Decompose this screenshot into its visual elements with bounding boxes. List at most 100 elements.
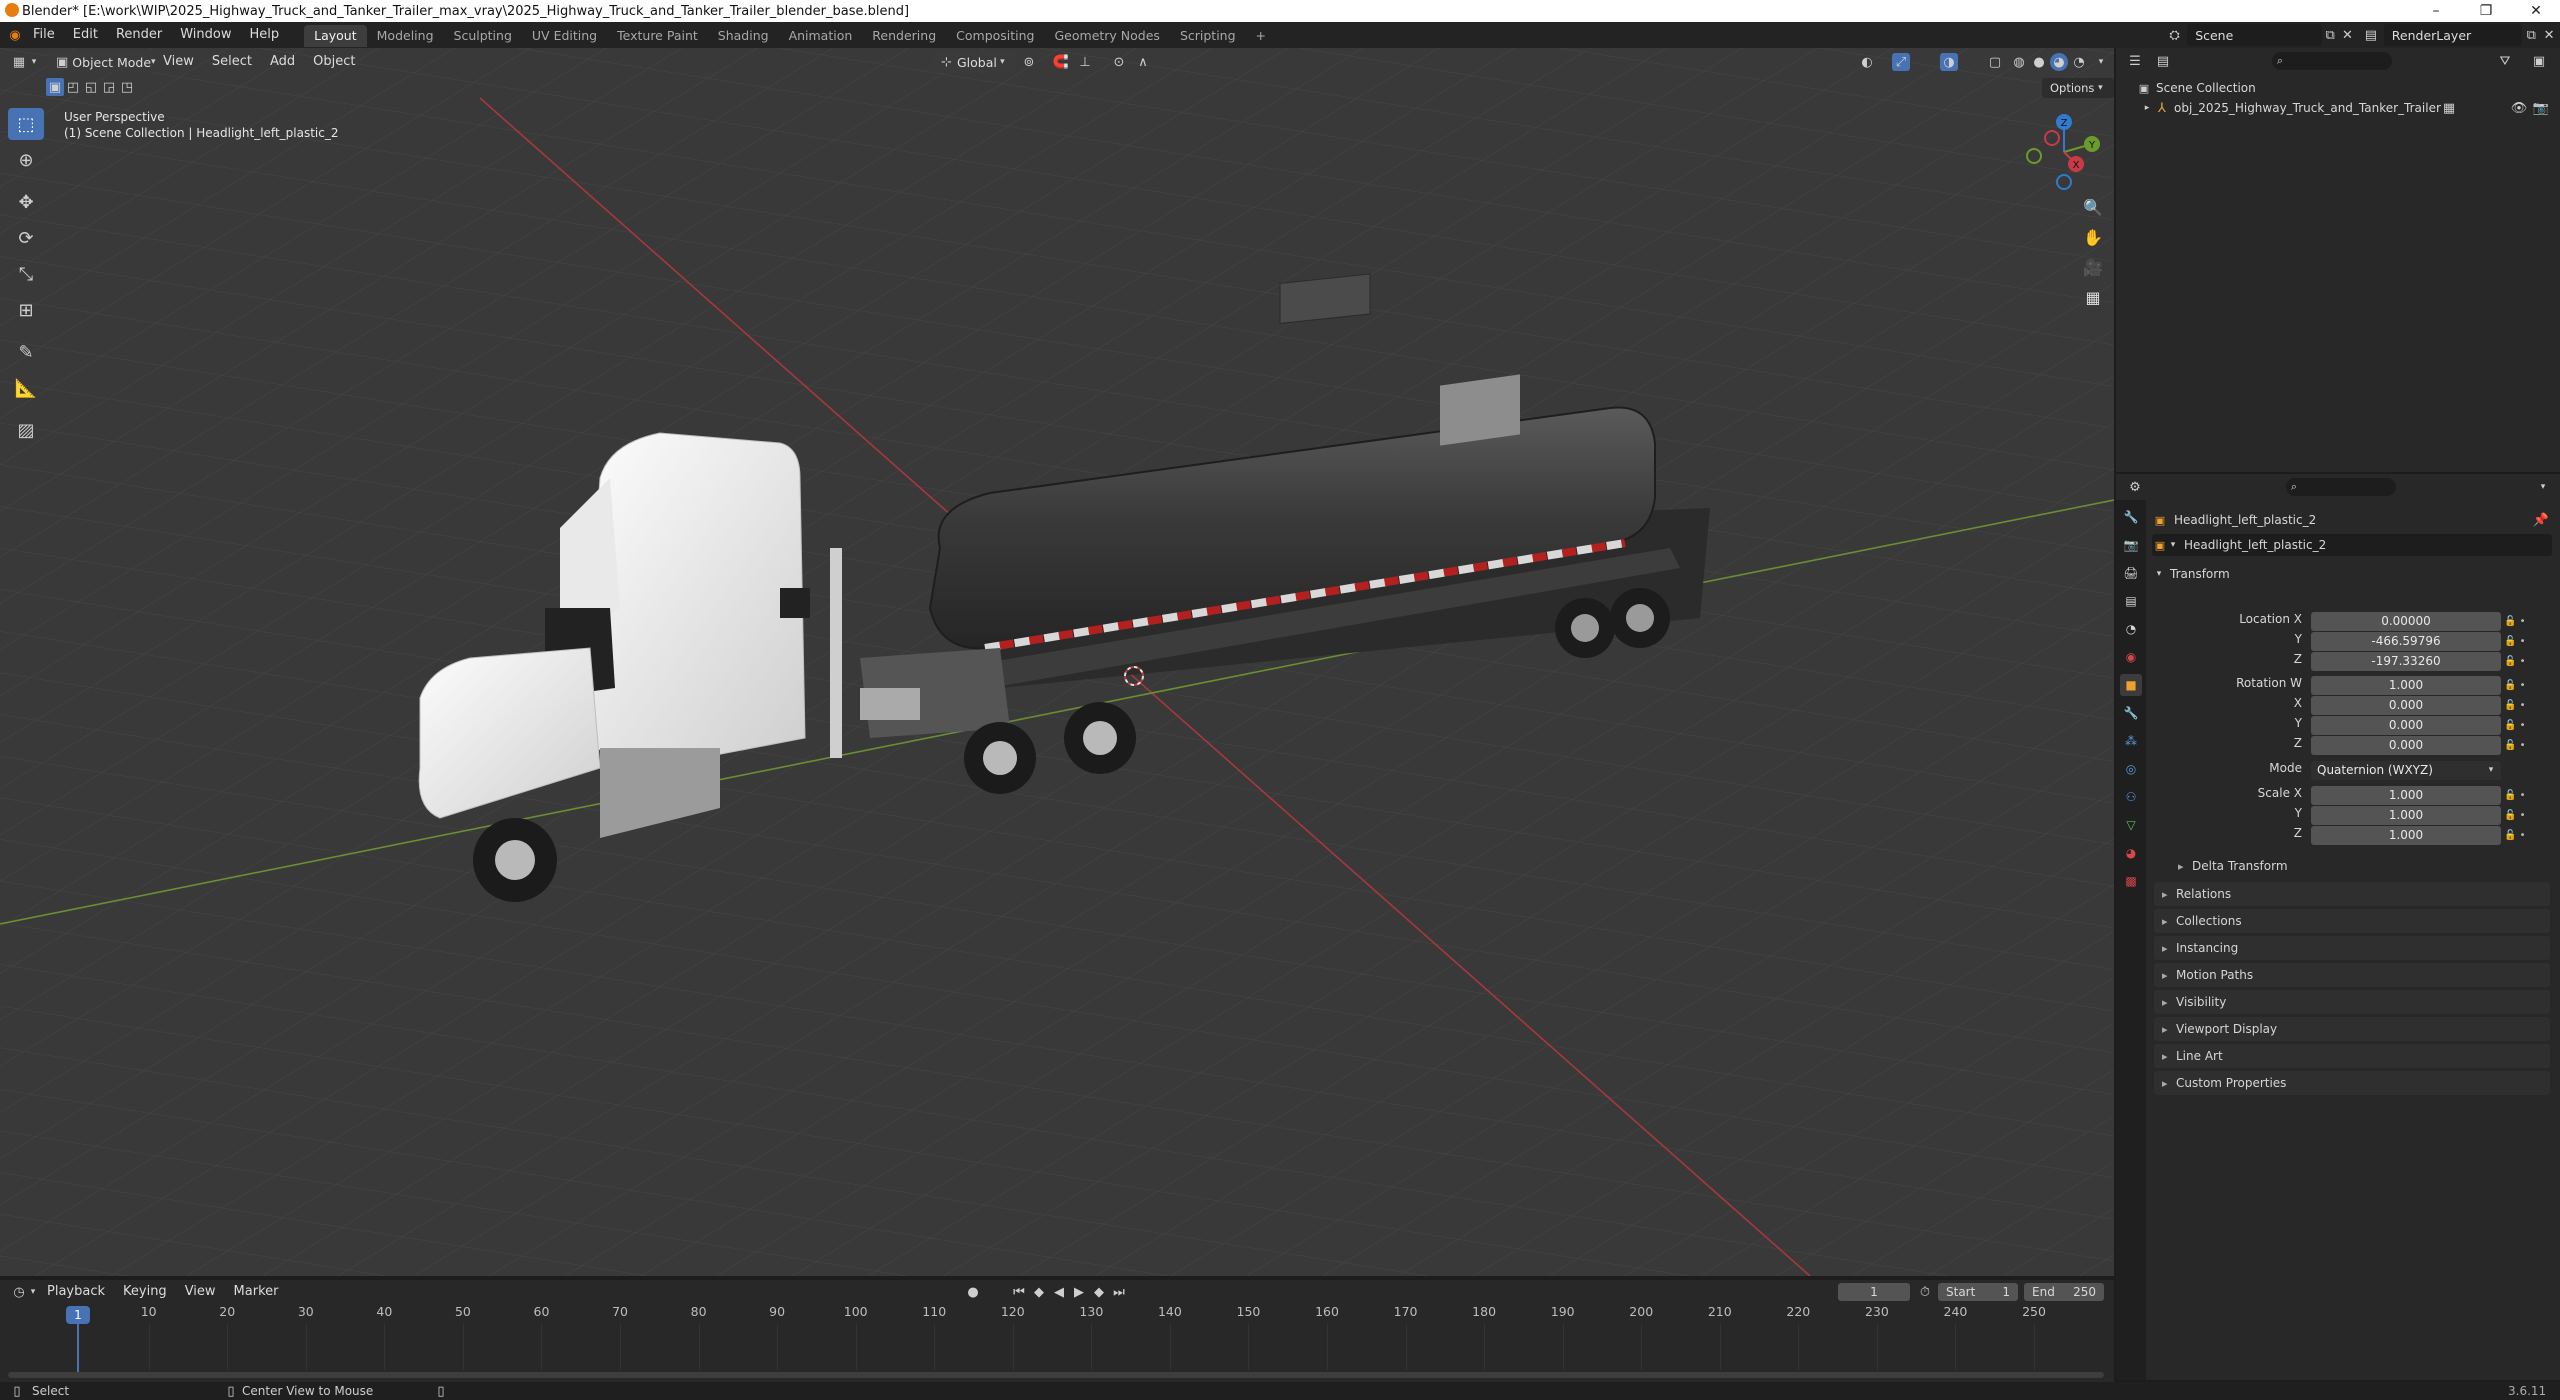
lock-icon[interactable]: 🔓 •	[2504, 696, 2544, 716]
pin-icon[interactable]: 📌	[2532, 511, 2550, 529]
pan-hand-icon[interactable]: ✋	[2078, 222, 2108, 252]
lock-icon[interactable]: 🔓 •	[2504, 652, 2544, 672]
rotation-mode-dropdown[interactable]: Quaternion (WXYZ) ▾	[2311, 761, 2501, 780]
tab-sculpting[interactable]: Sculpting	[444, 25, 522, 47]
frame-ruler[interactable]: 10 20 30 40 50 60 70 80 90 100 110 120 130 140 150 160 1…	[0, 1280, 2114, 1380]
delete-view-layer-icon[interactable]: ✕	[2540, 26, 2558, 44]
gizmo-toggle-icon[interactable]: ⤢	[1892, 53, 1910, 71]
instancing-panel[interactable]: ▸ Instancing	[2154, 936, 2550, 960]
rotate-tool[interactable]: ⟳	[8, 222, 44, 254]
motion-paths-panel[interactable]: ▸ Motion Paths	[2154, 963, 2550, 987]
visibility-icon[interactable]: ◐	[1858, 53, 1876, 71]
zoom-icon[interactable]: 🔍	[2078, 192, 2108, 222]
tool-tab-icon[interactable]: 🔧	[2120, 506, 2142, 528]
perspective-grid-icon[interactable]: ▦	[2078, 282, 2108, 312]
lock-icon[interactable]: 🔓 •	[2504, 736, 2544, 756]
camera-render-icon[interactable]: 📷	[2532, 99, 2550, 117]
lock-icon[interactable]: 🔓 •	[2504, 716, 2544, 736]
3d-viewport[interactable]: Z Y X ▦ ▾ ▣ Object Mode ▾ View Select Ad…	[0, 48, 2114, 1276]
tab-uv-editing[interactable]: UV Editing	[522, 25, 607, 47]
location-z-field[interactable]: -197.33260	[2311, 652, 2501, 671]
select-extend-icon[interactable]: ◰	[64, 78, 82, 96]
transform-tool[interactable]: ⊞	[8, 294, 44, 326]
scene-selector[interactable]: Scene	[2187, 24, 2322, 46]
overlays-icon[interactable]: ◑	[1940, 53, 1958, 71]
chevron-right-icon[interactable]: ▸	[2140, 99, 2154, 117]
tab-scripting[interactable]: Scripting	[1170, 25, 1246, 47]
output-tab-icon[interactable]: 🖨	[2120, 562, 2142, 584]
lock-icon[interactable]: 🔓 •	[2504, 806, 2544, 826]
relations-panel[interactable]: ▸ Relations	[2154, 882, 2550, 906]
select-box-tool[interactable]: ⬚	[8, 108, 44, 140]
rotation-x-field[interactable]: 0.000	[2311, 696, 2501, 715]
select-invert-icon[interactable]: ◲	[100, 78, 118, 96]
tab-shading[interactable]: Shading	[708, 25, 779, 47]
tab-rendering[interactable]: Rendering	[862, 25, 946, 47]
outliner-search-input[interactable]: ⌕	[2272, 52, 2392, 70]
select-new-icon[interactable]: ▣	[46, 78, 64, 96]
cursor-tool[interactable]: ⊕	[8, 144, 44, 176]
add-cube-tool[interactable]: ▨	[8, 414, 44, 446]
measure-tool[interactable]: 📐	[8, 372, 44, 404]
transform-panel-header[interactable]: ▾ Transform	[2152, 562, 2556, 586]
rotation-w-field[interactable]: 1.000	[2311, 676, 2501, 695]
falloff-icon[interactable]: ∧	[1134, 53, 1152, 71]
view-layer-selector[interactable]: RenderLayer	[2383, 24, 2523, 46]
new-view-layer-icon[interactable]: ⧉	[2522, 26, 2540, 44]
custom-properties-panel[interactable]: ▸ Custom Properties	[2154, 1071, 2550, 1095]
rendered-shading-icon[interactable]: ◔	[2070, 53, 2088, 71]
rotation-z-field[interactable]: 0.000	[2311, 736, 2501, 755]
timeline[interactable]: ◷ ▾ Playback Keying View Marker ● ⏮ ◆ ◀ …	[0, 1280, 2114, 1382]
data-tab-icon[interactable]: ▽	[2120, 814, 2142, 836]
constraints-tab-icon[interactable]: ⚇	[2120, 786, 2142, 808]
outliner-editor-icon[interactable]: ☰	[2126, 52, 2144, 70]
chevron-down-icon[interactable]: ▾	[2534, 478, 2552, 496]
collections-panel[interactable]: ▸ Collections	[2154, 909, 2550, 933]
transform-orientation-dropdown[interactable]: ⊹ Global ▾	[932, 51, 1016, 73]
menu-help[interactable]: Help	[241, 22, 289, 48]
scale-y-field[interactable]: 1.000	[2311, 806, 2501, 825]
lock-icon[interactable]: 🔓 •	[2504, 786, 2544, 806]
editor-type-icon[interactable]: ▦	[10, 53, 28, 71]
filter-icon[interactable]: ⛛	[2496, 52, 2514, 70]
annotate-tool[interactable]: ✎	[8, 336, 44, 368]
location-y-field[interactable]: -466.59796	[2311, 632, 2501, 651]
minimize-button[interactable]: –	[2414, 0, 2458, 22]
scale-x-field[interactable]: 1.000	[2311, 786, 2501, 805]
eye-icon[interactable]: 👁	[2510, 99, 2528, 117]
object-name-field[interactable]: ▣ ▾ Headlight_left_plastic_2	[2152, 534, 2552, 556]
lock-icon[interactable]: 🔓 •	[2504, 612, 2544, 632]
playhead-frame[interactable]: 1	[66, 1306, 90, 1324]
view-layer-tab-icon[interactable]: ▤	[2120, 590, 2142, 612]
delete-scene-icon[interactable]: ✕	[2339, 26, 2356, 44]
viewport-menu-object[interactable]: Object	[304, 49, 364, 75]
tab-layout[interactable]: Layout	[304, 25, 367, 47]
new-scene-icon[interactable]: ⧉	[2322, 26, 2339, 44]
outliner-item[interactable]: ▸ ⅄ obj_2025_Highway_Truck_and_Tanker_Tr…	[2140, 98, 2560, 118]
location-x-field[interactable]: 0.00000	[2311, 612, 2501, 631]
chevron-down-icon[interactable]: ▾	[2092, 53, 2110, 71]
blender-menu-icon[interactable]: ◉	[6, 26, 24, 44]
add-workspace-button[interactable]: +	[1246, 25, 1276, 47]
maximize-button[interactable]: ❐	[2464, 0, 2508, 22]
solid-shading-icon[interactable]: ●	[2030, 53, 2048, 71]
move-tool[interactable]: ✥	[8, 186, 44, 218]
scale-z-field[interactable]: 1.000	[2311, 826, 2501, 845]
playhead-line[interactable]	[77, 1324, 79, 1374]
select-intersect-icon[interactable]: ◳	[118, 78, 136, 96]
menu-window[interactable]: Window	[171, 22, 240, 48]
display-mode-icon[interactable]: ▤	[2154, 52, 2172, 70]
new-collection-icon[interactable]: ▣	[2530, 52, 2548, 70]
options-dropdown[interactable]: Options ▾	[2042, 78, 2114, 98]
wireframe-shading-icon[interactable]: ◍	[2010, 53, 2028, 71]
material-tab-icon[interactable]: ◕	[2120, 842, 2142, 864]
scene-collection-row[interactable]: ▣ Scene Collection	[2136, 78, 2256, 98]
camera-view-icon[interactable]: 🎥	[2078, 252, 2108, 282]
particles-tab-icon[interactable]: ⁂	[2120, 730, 2142, 752]
viewport-menu-view[interactable]: View	[154, 49, 203, 75]
menu-file[interactable]: File	[24, 22, 64, 48]
delta-transform-panel[interactable]: ▸ Delta Transform	[2170, 854, 2550, 878]
proportional-edit-icon[interactable]: ⊙	[1110, 53, 1128, 71]
material-shading-icon[interactable]: ◕	[2050, 53, 2068, 71]
object-mode-dropdown[interactable]: ▣ Object Mode ▾	[48, 51, 156, 73]
